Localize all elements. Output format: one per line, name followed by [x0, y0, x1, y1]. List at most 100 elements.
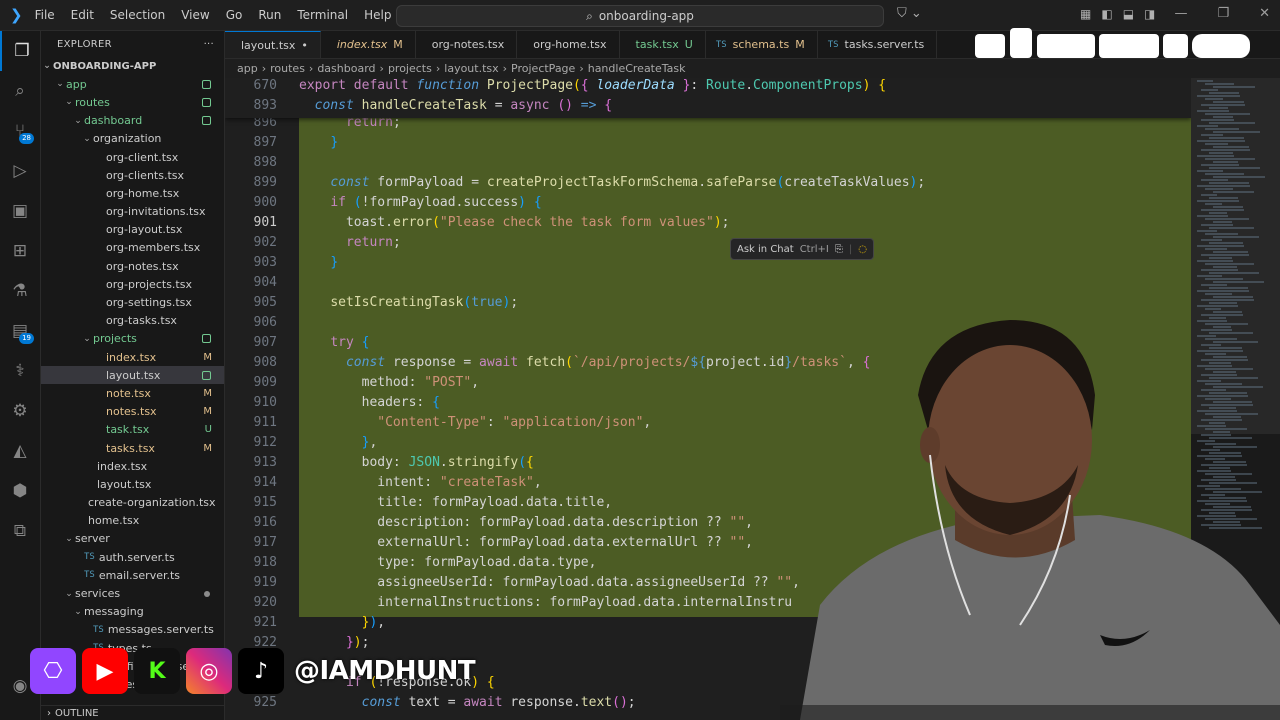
file-item[interactable]: layout.tsx — [41, 475, 224, 493]
tab-schema-ts[interactable]: TS schema.ts M — [706, 31, 818, 58]
file-item[interactable]: index.tsx M — [41, 348, 224, 366]
breadcrumb-item[interactable]: ProjectPage — [511, 62, 575, 75]
menu-item-file[interactable]: File — [35, 8, 55, 22]
outline-section[interactable]: › OUTLINE — [41, 705, 224, 720]
file-item[interactable]: org-projects.tsx — [41, 275, 224, 293]
file-item[interactable]: TS email.server.ts — [41, 566, 224, 584]
search-activity-icon[interactable]: ⌕ — [0, 71, 40, 111]
file-item[interactable]: tasks.tsx M — [41, 439, 224, 457]
tab-tasks-server-ts[interactable]: TS tasks.server.ts — [818, 31, 938, 58]
tree-item-label: note.tsx — [106, 386, 151, 400]
breadcrumb-item[interactable]: dashboard — [317, 62, 375, 75]
breadcrumb-item[interactable]: projects — [388, 62, 432, 75]
git-status-badge: M — [203, 387, 212, 399]
file-item[interactable]: TS auth.server.ts — [41, 548, 224, 566]
copilot-icon[interactable]: ⛉ ⌄ — [897, 6, 922, 21]
file-item[interactable]: org-notes.tsx — [41, 257, 224, 275]
tab-org-notes-tsx[interactable]: org-notes.tsx — [416, 31, 518, 58]
minimap-line — [1205, 188, 1233, 190]
folder-item[interactable]: ⌄ projects — [41, 330, 224, 348]
line-number: 908 — [253, 355, 277, 370]
file-item[interactable]: org-layout.tsx — [41, 221, 224, 239]
folder-item[interactable]: ⌄ server — [41, 530, 224, 548]
command-center-search[interactable]: ⌕ onboarding-app — [396, 5, 884, 27]
line-number: 670 — [253, 78, 277, 93]
source-control-icon[interactable]: ⑂ 28 — [0, 111, 40, 151]
tree-item-label: layout.tsx — [97, 477, 152, 491]
minimap-line — [1201, 239, 1222, 241]
menu-item-run[interactable]: Run — [258, 8, 281, 22]
restore-icon[interactable]: ❐ — [1217, 6, 1229, 21]
copilot-activity-icon[interactable]: ⚙ — [0, 391, 40, 431]
tab-org-home-tsx[interactable]: org-home.tsx — [517, 31, 620, 58]
menu-item-help[interactable]: Help — [364, 8, 391, 22]
toggle-sidebar-icon[interactable]: ◧ — [1101, 7, 1112, 21]
file-item[interactable]: note.tsx M — [41, 384, 224, 402]
python-icon[interactable]: ⚕ — [0, 351, 40, 391]
workspace-root[interactable]: ⌄ ONBOARDING-APP — [41, 57, 224, 75]
menu-item-go[interactable]: Go — [226, 8, 243, 22]
toggle-secondary-sidebar-icon[interactable]: ◨ — [1144, 7, 1155, 21]
extensions-icon[interactable]: ⊞ — [0, 231, 40, 271]
explorer-icon[interactable]: ❐ — [0, 31, 42, 71]
customize-layout-icon[interactable]: ▦ — [1080, 7, 1091, 21]
file-item[interactable]: task.tsx U — [41, 421, 224, 439]
breadcrumb-item[interactable]: layout.tsx — [444, 62, 498, 75]
testing-icon[interactable]: ⚗ — [0, 271, 40, 311]
minimize-icon[interactable]: — — [1174, 6, 1187, 21]
tab-layout-tsx[interactable]: layout.tsx • — [225, 31, 321, 58]
docker-icon[interactable]: ▤ 19 — [0, 311, 40, 351]
paperclip-icon[interactable]: ⎘ — [835, 244, 843, 255]
explorer-title: EXPLORER — [57, 38, 112, 50]
run-debug-icon[interactable]: ▷ — [0, 151, 40, 191]
menu-item-edit[interactable]: Edit — [71, 8, 94, 22]
file-item[interactable]: create-organization.tsx — [41, 494, 224, 512]
explorer-sidebar: EXPLORER ··· ⌄ ONBOARDING-APP ⌄ app ⌄ route… — [41, 31, 225, 720]
folder-item[interactable]: ⌄ services — [41, 584, 224, 602]
tab-task-tsx[interactable]: task.tsx U — [620, 31, 706, 58]
file-item[interactable]: org-tasks.tsx — [41, 312, 224, 330]
file-item[interactable]: org-home.tsx — [41, 184, 224, 202]
remote-explorer-icon[interactable]: ▣ — [0, 191, 40, 231]
file-item[interactable]: index.tsx — [41, 457, 224, 475]
breadcrumb-item[interactable]: handleCreateTask — [588, 62, 686, 75]
git-graph-icon[interactable]: ◭ — [0, 431, 40, 471]
breadcrumb-item[interactable]: app — [237, 62, 258, 75]
tab-index-tsx[interactable]: index.tsx M — [321, 31, 416, 58]
file-item[interactable]: layout.tsx — [41, 366, 224, 385]
menu-item-terminal[interactable]: Terminal — [297, 8, 348, 22]
file-item[interactable]: home.tsx — [41, 512, 224, 530]
database-icon[interactable]: ⬢ — [0, 471, 40, 511]
menu-item-view[interactable]: View — [181, 8, 209, 22]
file-item[interactable]: org-members.tsx — [41, 239, 224, 257]
folder-item[interactable]: ⌄ routes — [41, 93, 224, 111]
file-item[interactable]: org-invitations.tsx — [41, 203, 224, 221]
tree-item-label: notes.tsx — [106, 405, 157, 419]
minimap-line — [1197, 215, 1228, 217]
file-item[interactable]: notes.tsx M — [41, 403, 224, 421]
toggle-panel-icon[interactable]: ⬓ — [1123, 7, 1134, 21]
folder-item[interactable]: ⌄ organization — [41, 130, 224, 148]
file-item[interactable]: TS messages.server.ts — [41, 621, 224, 639]
menu-item-selection[interactable]: Selection — [110, 8, 165, 22]
tree-item-label: org-home.tsx — [106, 186, 180, 200]
containers-icon[interactable]: ⧉ — [0, 511, 40, 551]
file-item[interactable]: org-clients.tsx — [41, 166, 224, 184]
minimap-line — [1205, 173, 1244, 175]
minimap-line — [1213, 251, 1248, 253]
folder-item[interactable]: ⌄ app — [41, 75, 224, 93]
close-icon[interactable]: ✕ — [1259, 6, 1270, 21]
folder-item[interactable]: ⌄ messaging — [41, 603, 224, 621]
folder-item[interactable]: ⌄ dashboard — [41, 112, 224, 130]
breadcrumb-item[interactable]: routes — [270, 62, 305, 75]
lightbulb-icon[interactable]: ◌ — [858, 244, 867, 255]
sticky-scroll-header[interactable]: 670 export default function ProjectPage({… — [225, 78, 1191, 118]
inline-chat-hint[interactable]: Ask in Chat Ctrl+I ⎘ | ◌ — [730, 238, 874, 260]
file-item[interactable]: org-settings.tsx — [41, 293, 224, 311]
file-item[interactable]: org-client.tsx — [41, 148, 224, 166]
line-number: 905 — [253, 295, 277, 310]
explorer-header: EXPLORER ··· — [41, 31, 224, 57]
minimap-line — [1201, 104, 1245, 106]
more-actions-icon[interactable]: ··· — [204, 39, 214, 50]
breadcrumb-separator-icon: › — [579, 61, 584, 75]
